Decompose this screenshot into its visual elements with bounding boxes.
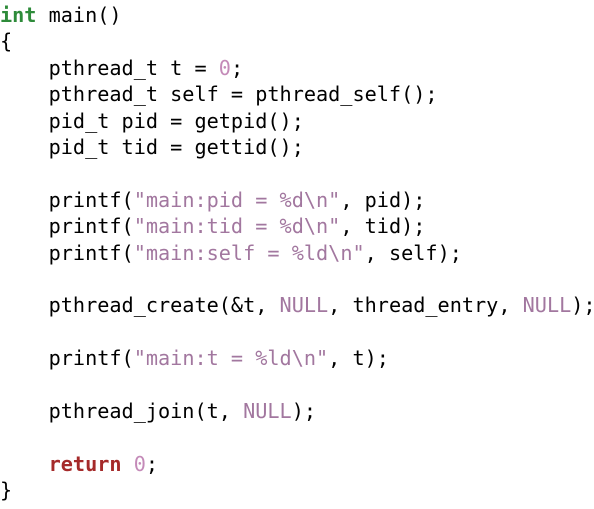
- code-token: , thread_entry,: [328, 293, 523, 318]
- code-line: int main(): [0, 2, 594, 28]
- code-token: , self);: [364, 240, 462, 265]
- code-token: }: [0, 478, 13, 503]
- code-token: pid_t pid = getpid();: [0, 108, 304, 133]
- code-token: printf(: [0, 187, 134, 212]
- number-literal: 0: [218, 55, 231, 80]
- code-line: printf("main:pid = %d\n", pid);: [0, 187, 594, 213]
- code-line: pid_t pid = getpid();: [0, 108, 594, 134]
- string-literal: "main:pid = %d\n": [133, 187, 341, 212]
- code-token: pthread_create(&t,: [0, 293, 280, 318]
- number-literal: 0: [133, 451, 146, 476]
- code-token: {: [0, 29, 13, 54]
- code-line: printf("main:tid = %d\n", tid);: [0, 213, 594, 239]
- code-token: , pid);: [340, 187, 426, 212]
- code-editor[interactable]: int main(){ pthread_t t = 0; pthread_t s…: [0, 2, 594, 507]
- keyword-token: return: [48, 451, 122, 476]
- constant-token: NULL: [279, 293, 329, 318]
- code-line: {: [0, 28, 594, 54]
- code-line: pthread_t t = 0;: [0, 55, 594, 81]
- code-token: pthread_join(t,: [0, 398, 244, 423]
- code-token: );: [571, 293, 594, 318]
- code-line: pthread_t self = pthread_self();: [0, 81, 594, 107]
- string-literal: "main:self = %ld\n": [133, 240, 365, 265]
- code-token: pthread_t self = pthread_self();: [0, 82, 438, 107]
- string-literal: "main:tid = %d\n": [133, 214, 341, 239]
- constant-token: NULL: [243, 398, 292, 423]
- code-token: , t);: [328, 346, 389, 371]
- code-line: }: [0, 477, 594, 503]
- code-token: printf(: [0, 346, 134, 371]
- code-token: );: [291, 398, 317, 423]
- code-token: pthread_t t =: [0, 55, 219, 80]
- code-token: main(): [36, 3, 122, 27]
- code-line: pthread_create(&t, NULL, thread_entry, N…: [0, 292, 594, 318]
- code-token: printf(: [0, 240, 134, 265]
- constant-token: NULL: [522, 293, 572, 318]
- code-line: printf("main:self = %ld\n", self);: [0, 240, 594, 266]
- code-line: printf("main:t = %ld\n", t);: [0, 345, 594, 371]
- code-token: pid_t tid = gettid();: [0, 134, 304, 159]
- code-token: , tid);: [340, 214, 426, 239]
- code-line: return 0;: [0, 451, 594, 477]
- string-literal: "main:t = %ld\n": [133, 346, 329, 371]
- code-line: pid_t tid = gettid();: [0, 134, 594, 160]
- keyword-token: int: [0, 3, 37, 27]
- code-line: pthread_join(t, NULL);: [0, 398, 594, 424]
- code-token: ;: [145, 451, 159, 476]
- code-token: ;: [230, 55, 244, 80]
- code-token: printf(: [0, 214, 134, 239]
